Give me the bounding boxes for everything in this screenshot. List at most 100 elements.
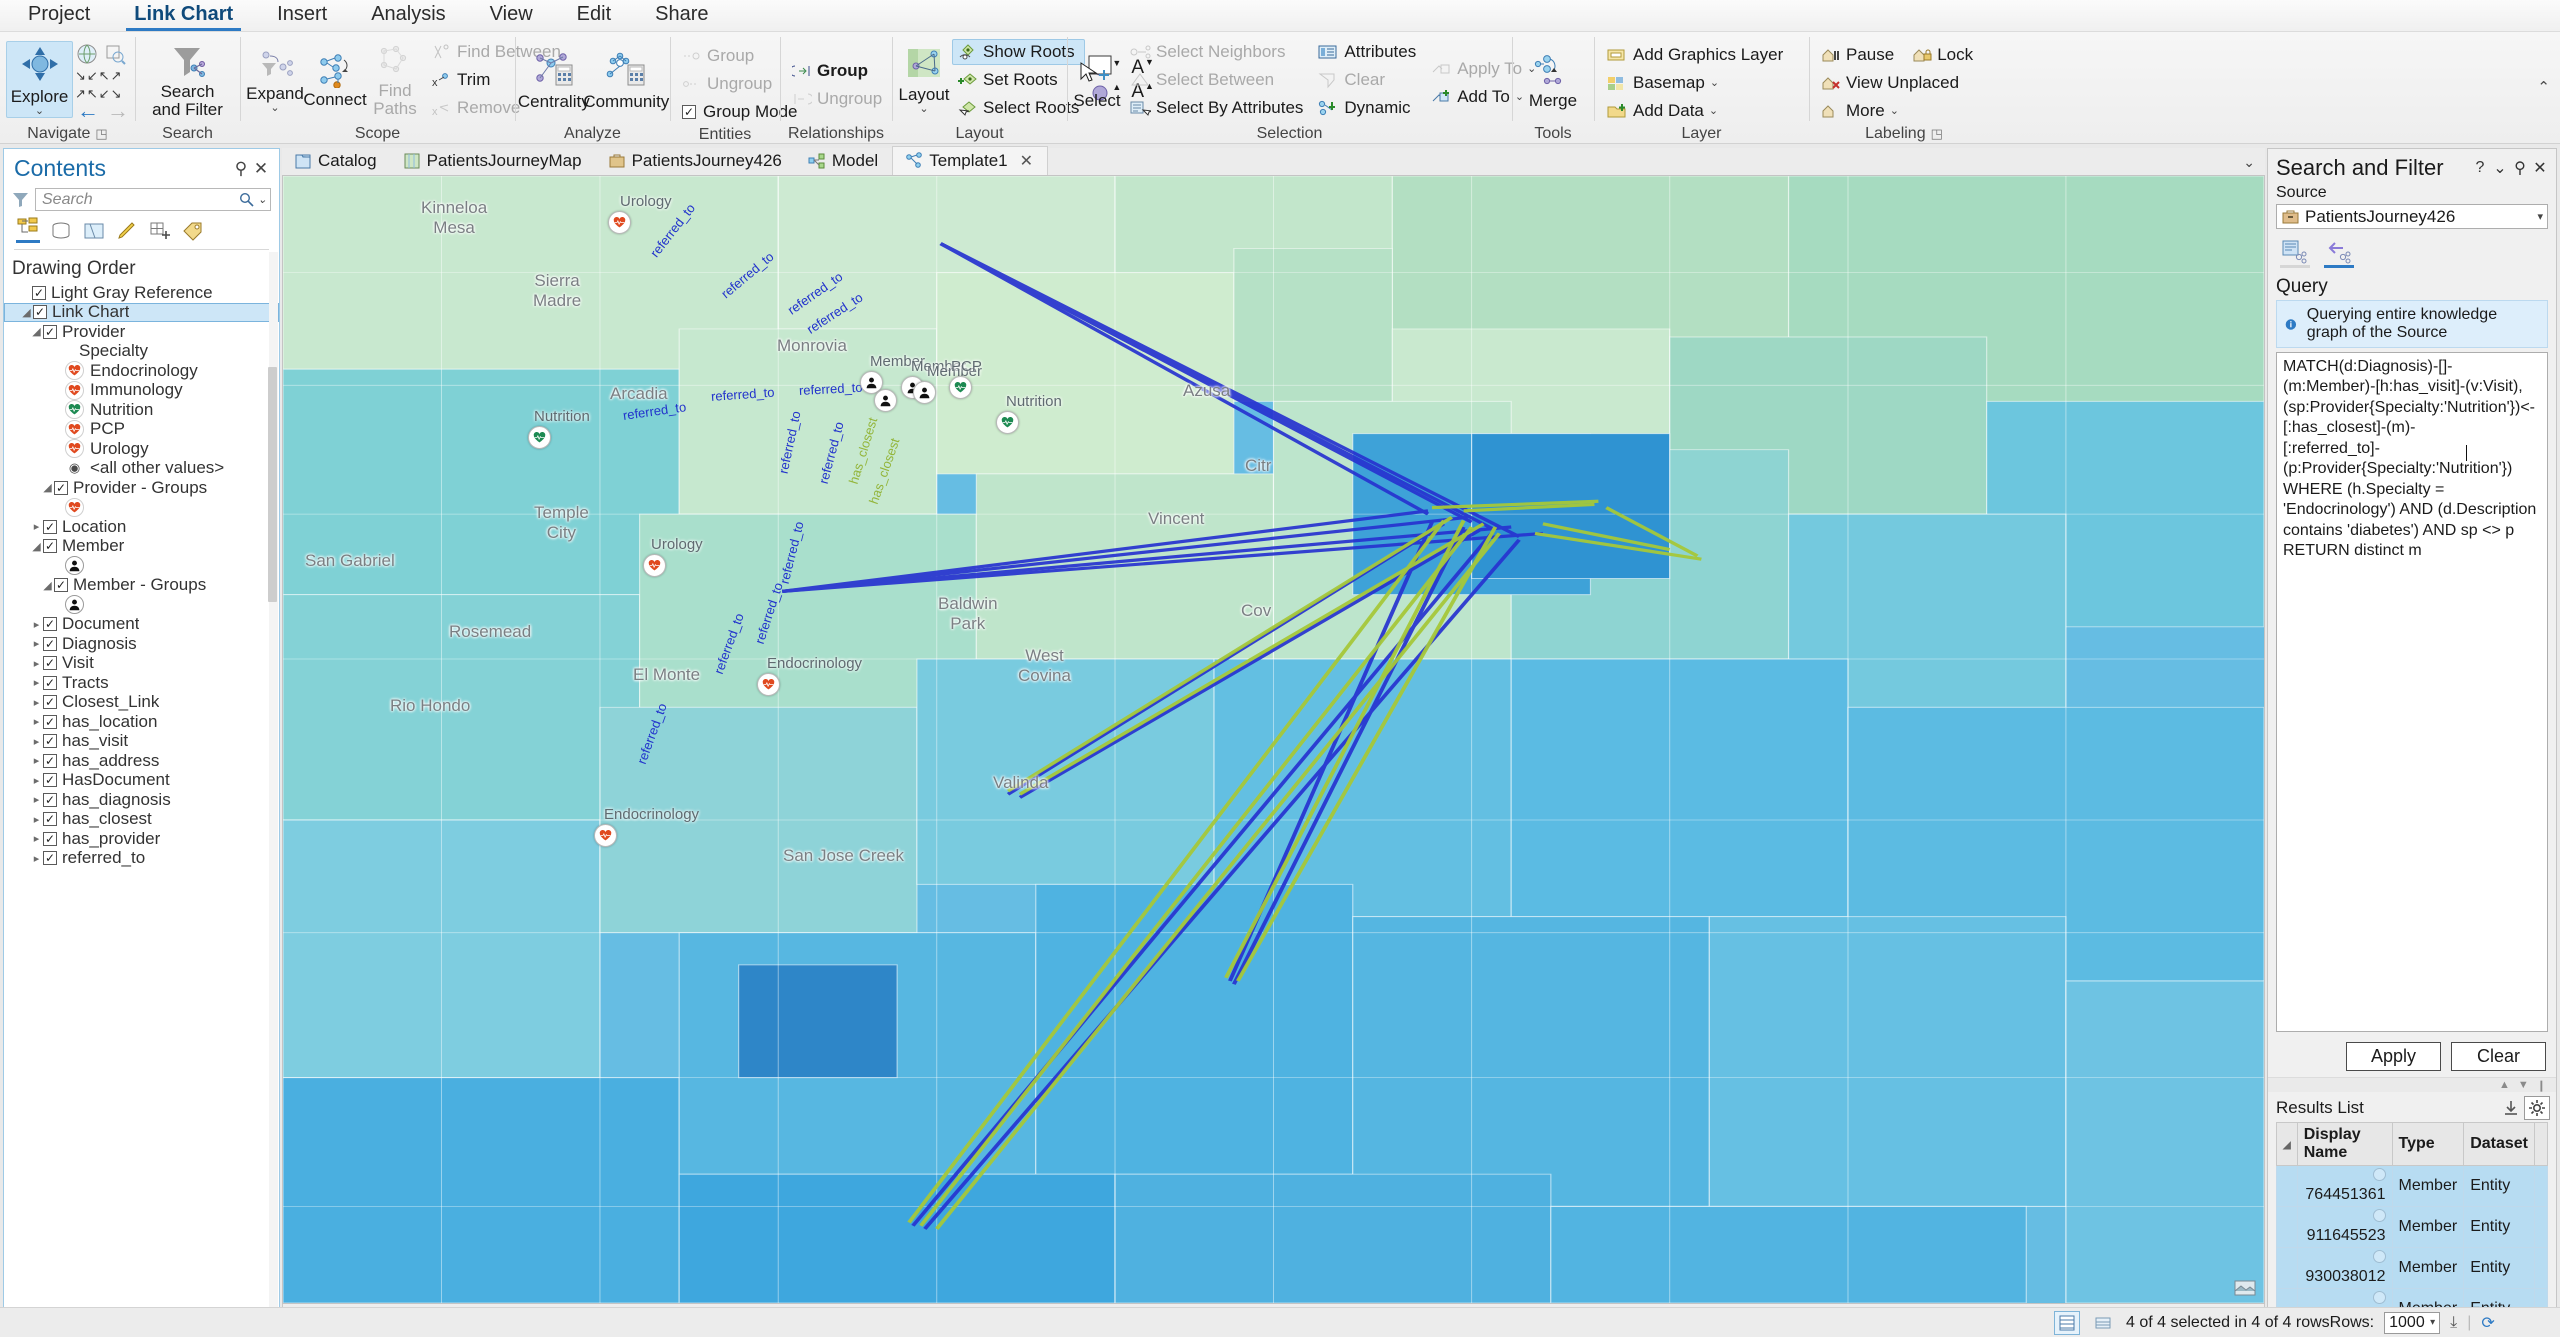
help-icon[interactable]: ?: [2470, 159, 2490, 177]
view-tab-catalog[interactable]: Catalog: [282, 147, 391, 175]
collapse-ribbon-icon[interactable]: ⌃: [2537, 78, 2550, 96]
navigate-dialog-launcher-icon[interactable]: ◳: [95, 125, 107, 143]
source-combobox[interactable]: PatientsJourney426 ▾: [2276, 204, 2548, 229]
ribbon-tab-view[interactable]: View: [468, 0, 555, 31]
twisty-collapsed-icon[interactable]: ▸: [30, 793, 43, 806]
graph-node-person[interactable]: [913, 381, 936, 404]
col-display-name[interactable]: Display Name: [2296, 1122, 2393, 1166]
relationships-ungroup-button[interactable]: Ungroup: [786, 86, 888, 112]
layer-visibility-checkbox[interactable]: ✓: [43, 851, 57, 866]
explore-button[interactable]: Explore ⌄: [6, 40, 73, 119]
contents-item-member-groups[interactable]: ◢ ✓ Member - Groups: [4, 575, 279, 596]
map-overview-icon[interactable]: [2234, 1279, 2256, 1297]
layout-button[interactable]: Layout ⌄: [898, 43, 950, 116]
ribbon-tab-analysis[interactable]: Analysis: [349, 0, 467, 31]
graph-node-heart-green[interactable]: [996, 411, 1019, 434]
community-button[interactable]: Community: [583, 48, 669, 112]
twisty-collapsed-icon[interactable]: ▸: [30, 754, 43, 767]
lock-labeling-button[interactable]: Lock: [1906, 42, 1979, 68]
splitter-down-icon[interactable]: ▼: [2518, 1079, 2529, 1091]
results-table[interactable]: ◢ Display Name Type Dataset 764451361 Mem…: [2276, 1122, 2548, 1330]
contents-item-symbol[interactable]: [4, 556, 279, 576]
col-blank[interactable]: [2534, 1122, 2548, 1166]
row-radio[interactable]: [2372, 1250, 2386, 1263]
contents-search-caret-icon[interactable]: ⌄: [254, 193, 267, 206]
tab-filter-mode[interactable]: [2324, 238, 2354, 268]
twisty-collapsed-icon[interactable]: ▸: [30, 696, 43, 709]
contents-item-pcp[interactable]: PCP: [4, 419, 279, 440]
contents-item-urology[interactable]: Urology: [4, 439, 279, 459]
contents-item-has-diagnosis[interactable]: ▸ ✓ has_diagnosis: [4, 790, 279, 810]
view-tab-close-icon[interactable]: ✕: [1020, 151, 1033, 171]
view-unplaced-button[interactable]: View Unplaced: [1815, 70, 1979, 96]
twisty-expanded-icon[interactable]: ◢: [30, 325, 43, 338]
view-tab-patientsjourney426[interactable]: PatientsJourney426: [596, 147, 796, 175]
results-settings-icon[interactable]: [2524, 1096, 2550, 1120]
pause-labeling-button[interactable]: Pause: [1815, 42, 1900, 68]
table-refresh-icon[interactable]: ⟳: [2481, 1313, 2494, 1333]
list-by-selection-icon[interactable]: [82, 219, 106, 243]
rows-limit-select[interactable]: 1000 ▾: [2384, 1311, 2441, 1334]
contents-item-referred-to[interactable]: ▸ ✓ referred_to: [4, 848, 279, 869]
search-and-filter-button[interactable]: Search and Filter: [144, 40, 231, 120]
contents-scrollbar-thumb[interactable]: [268, 367, 277, 602]
find-paths-button[interactable]: Find Paths: [366, 41, 424, 119]
list-by-snapping-icon[interactable]: [148, 219, 172, 243]
twisty-collapsed-icon[interactable]: ▸: [30, 520, 43, 533]
query-textarea[interactable]: MATCH(d:Diagnosis)-[]-(m:Member)-[h:has_…: [2276, 352, 2548, 1032]
results-row[interactable]: 911645523 Member Entity: [2276, 1206, 2548, 1248]
graph-node-heart-green[interactable]: [949, 376, 972, 399]
layer-visibility-checkbox[interactable]: ✓: [43, 714, 57, 729]
contents-item-tracts[interactable]: ▸ ✓ Tracts: [4, 673, 279, 693]
layer-visibility-checkbox[interactable]: ✓: [43, 812, 57, 827]
contents-item-endocrinology[interactable]: Endocrinology: [4, 361, 279, 381]
view-tab-model[interactable]: Model: [796, 147, 892, 175]
explore-caret-icon[interactable]: ⌄: [35, 105, 44, 118]
labeling-dialog-launcher-icon[interactable]: ◳: [1931, 125, 1943, 143]
contents-item-light-gray-reference[interactable]: ✓ Light Gray Reference: [4, 283, 279, 303]
row-radio[interactable]: [2372, 1168, 2386, 1181]
list-by-data-source-icon[interactable]: [49, 219, 73, 243]
row-selector-cell[interactable]: [2276, 1165, 2298, 1207]
centrality-button[interactable]: Centrality: [518, 48, 590, 112]
relationships-group-button[interactable]: Group: [786, 58, 888, 84]
select-by-attributes-button[interactable]: Select By Attributes: [1123, 95, 1309, 121]
twisty-expanded-icon[interactable]: ◢: [20, 306, 33, 319]
connect-button[interactable]: Connect: [303, 50, 367, 110]
contents-item-link-chart[interactable]: ◢ ✓ Link Chart: [4, 302, 279, 322]
pane-menu-icon[interactable]: ⌄: [2490, 158, 2510, 178]
show-roots-button[interactable]: Show Roots: [952, 38, 1086, 65]
layer-visibility-checkbox[interactable]: ✓: [43, 831, 57, 846]
graph-node-heart-green[interactable]: [528, 426, 551, 449]
layer-visibility-checkbox[interactable]: ✓: [54, 578, 68, 593]
layer-visibility-checkbox[interactable]: ✓: [43, 617, 57, 632]
contents-item-nutrition[interactable]: Nutrition: [4, 400, 279, 420]
row-selector-cell[interactable]: [2276, 1247, 2298, 1289]
twisty-collapsed-icon[interactable]: ▸: [30, 813, 43, 826]
filter-icon[interactable]: [12, 191, 29, 208]
layer-visibility-checkbox[interactable]: ✓: [33, 305, 47, 320]
view-tab-template1[interactable]: Template1 ✕: [892, 146, 1049, 175]
graph-node-heart-red[interactable]: [594, 824, 617, 847]
table-export-icon[interactable]: ⤓: [2450, 1314, 2457, 1332]
export-results-icon[interactable]: [2498, 1096, 2524, 1120]
col-dataset[interactable]: Dataset: [2463, 1122, 2535, 1166]
contents-item-closest-link[interactable]: ▸ ✓ Closest_Link: [4, 692, 279, 713]
layer-visibility-checkbox[interactable]: ✓: [43, 675, 57, 690]
select-between-button[interactable]: Select Between: [1123, 67, 1309, 93]
layer-visibility-checkbox[interactable]: ✓: [43, 636, 57, 651]
expand-button[interactable]: Expand ⌄: [246, 44, 304, 115]
search-icon[interactable]: [239, 192, 254, 207]
results-corner-cell[interactable]: ◢: [2276, 1122, 2298, 1166]
row-selector-cell[interactable]: [2276, 1206, 2298, 1248]
layer-visibility-checkbox[interactable]: ✓: [54, 480, 68, 495]
contents-item-hasdocument[interactable]: ▸ ✓ HasDocument: [4, 770, 279, 791]
layer-visibility-checkbox[interactable]: ✓: [43, 773, 57, 788]
table-list-toggle[interactable]: [2090, 1311, 2116, 1335]
next-extent-icon[interactable]: →: [107, 99, 129, 121]
twisty-collapsed-icon[interactable]: ▸: [30, 774, 43, 787]
pane-splitter[interactable]: ▲ ▼ ❙: [2268, 1077, 2556, 1092]
basemap-button[interactable]: Basemap ⌄: [1600, 70, 1789, 96]
list-by-editing-icon[interactable]: [115, 219, 139, 243]
twisty-expanded-icon[interactable]: ◢: [41, 579, 54, 592]
